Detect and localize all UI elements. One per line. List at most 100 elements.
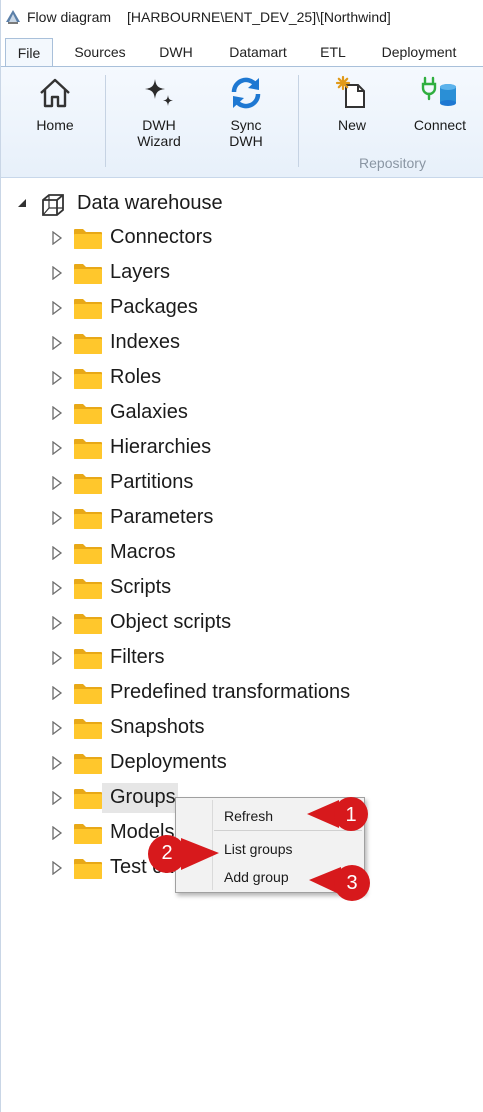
expand-arrow-icon[interactable]: [51, 371, 63, 385]
callout-number: 3: [346, 872, 358, 894]
folder-icon: [74, 754, 102, 774]
tree-item[interactable]: Indexes: [1, 326, 483, 361]
app-title: Flow diagram: [27, 9, 112, 25]
tree-item[interactable]: Layers: [1, 256, 483, 291]
home-label: Home: [36, 117, 74, 133]
expand-arrow-icon[interactable]: [51, 266, 63, 280]
expand-arrow-icon[interactable]: [51, 546, 63, 560]
folder-icon: [74, 334, 102, 354]
tree-item-label: Indexes: [110, 331, 181, 353]
tree-item[interactable]: Parameters: [1, 501, 483, 536]
connection-path: [HARBOURNE\ENT_DEV_25]\[Northwind]: [127, 9, 391, 25]
callout-number: 2: [161, 842, 173, 864]
tree-item-label: Scripts: [110, 576, 172, 598]
tree-item-label: Groups: [110, 786, 176, 808]
folder-icon: [74, 579, 102, 599]
tree-item[interactable]: Macros: [1, 536, 483, 571]
tree-item-label: Macros: [110, 541, 176, 563]
tree-item[interactable]: Roles: [1, 361, 483, 396]
expand-arrow-icon[interactable]: [51, 476, 63, 490]
tree-item-label: Hierarchies: [110, 436, 212, 458]
home-button[interactable]: Home: [23, 67, 87, 133]
tab-etl[interactable]: ETL: [309, 38, 357, 66]
folder-icon: [74, 859, 102, 879]
tree-item[interactable]: Object scripts: [1, 606, 483, 641]
title-bar: Flow diagram [HARBOURNE\ENT_DEV_25]\[Nor…: [1, 0, 483, 34]
app-window: Flow diagram [HARBOURNE\ENT_DEV_25]\[Nor…: [0, 0, 483, 1112]
expand-arrow-icon[interactable]: [51, 616, 63, 630]
ribbon-panel: Home DWH Wizard Sync DWH New Connect Rep…: [1, 66, 483, 178]
folder-icon: [74, 789, 102, 809]
folder-icon: [74, 544, 102, 564]
folder-icon: [74, 649, 102, 669]
tree-item[interactable]: Predefined transformations: [1, 676, 483, 711]
cube-icon: [42, 194, 64, 216]
tree-item-label: Packages: [110, 296, 198, 318]
new-label: New: [337, 117, 366, 133]
tab-dwh[interactable]: DWH: [147, 38, 205, 66]
tree-item-label: Deployments: [110, 751, 227, 773]
tree-item[interactable]: Connectors: [1, 221, 483, 256]
sync-dwh-label-2: DWH: [229, 133, 263, 149]
expand-arrow-icon[interactable]: [51, 581, 63, 595]
tree-item[interactable]: Scripts: [1, 571, 483, 606]
menu-item-add-group[interactable]: Add group: [224, 869, 289, 885]
connect-button[interactable]: Connect: [405, 67, 475, 133]
tree-item-label: Partitions: [110, 471, 194, 493]
tab-datamart[interactable]: Datamart: [217, 38, 299, 66]
ribbon-separator: [298, 75, 299, 167]
dwh-wizard-button[interactable]: DWH Wizard: [123, 67, 195, 149]
dwh-wizard-label-2: Wizard: [137, 133, 181, 149]
tree-item-label: Snapshots: [110, 716, 205, 738]
folder-icon: [74, 474, 102, 494]
sparkle-icon: [145, 79, 173, 106]
folder-icon: [74, 404, 102, 424]
tree-item[interactable]: Deployments: [1, 746, 483, 781]
tree-item-label: Galaxies: [110, 401, 188, 423]
home-icon: [40, 78, 70, 108]
tree-item[interactable]: Hierarchies: [1, 431, 483, 466]
expand-arrow-icon[interactable]: [51, 721, 63, 735]
tab-deployment[interactable]: Deployment: [367, 38, 471, 66]
connect-label: Connect: [413, 117, 467, 133]
expand-arrow-icon[interactable]: [51, 441, 63, 455]
tree-item-label: Layers: [110, 261, 171, 283]
tree-item[interactable]: Filters: [1, 641, 483, 676]
menu-item-list-groups[interactable]: List groups: [224, 841, 292, 857]
tree-item[interactable]: Snapshots: [1, 711, 483, 746]
folder-icon: [74, 684, 102, 704]
sync-dwh-button[interactable]: Sync DWH: [213, 67, 279, 149]
new-document-icon: [335, 75, 365, 108]
expand-arrow-icon[interactable]: [51, 231, 63, 245]
ribbon-tabs: File Sources DWH Datamart ETL Deployment: [1, 38, 483, 67]
expand-arrow-icon[interactable]: [51, 686, 63, 700]
folder-icon: [74, 369, 102, 389]
expand-arrow-icon[interactable]: [51, 861, 63, 875]
expand-arrow-icon[interactable]: [51, 756, 63, 770]
tree-item[interactable]: Galaxies: [1, 396, 483, 431]
tree-item[interactable]: Packages: [1, 291, 483, 326]
sync-icon: [231, 77, 261, 109]
tree-item-label: Object scripts: [110, 611, 232, 633]
menu-item-refresh[interactable]: Refresh: [224, 808, 273, 824]
expand-arrow-icon[interactable]: [51, 651, 63, 665]
tree-item[interactable]: Partitions: [1, 466, 483, 501]
expand-arrow-icon[interactable]: [51, 406, 63, 420]
expand-arrow-icon[interactable]: [51, 301, 63, 315]
tab-sources[interactable]: Sources: [63, 38, 137, 66]
new-button[interactable]: New: [323, 67, 381, 133]
tree-root-row[interactable]: Data warehouse: [1, 186, 483, 220]
expand-arrow-icon[interactable]: [51, 336, 63, 350]
folder-icon: [74, 719, 102, 739]
dwh-wizard-label-1: DWH: [142, 117, 176, 133]
tree-item-label: Filters: [110, 646, 165, 668]
collapse-arrow-icon[interactable]: [16, 197, 28, 209]
expand-arrow-icon[interactable]: [51, 511, 63, 525]
expand-arrow-icon[interactable]: [51, 826, 63, 840]
tree-item-label: Parameters: [110, 506, 214, 528]
ribbon-separator: [105, 75, 106, 167]
tab-file[interactable]: File: [5, 38, 53, 67]
expand-arrow-icon[interactable]: [51, 791, 63, 805]
tree-root-label: Data warehouse: [77, 192, 223, 214]
tree-item-label: Connectors: [110, 226, 213, 248]
